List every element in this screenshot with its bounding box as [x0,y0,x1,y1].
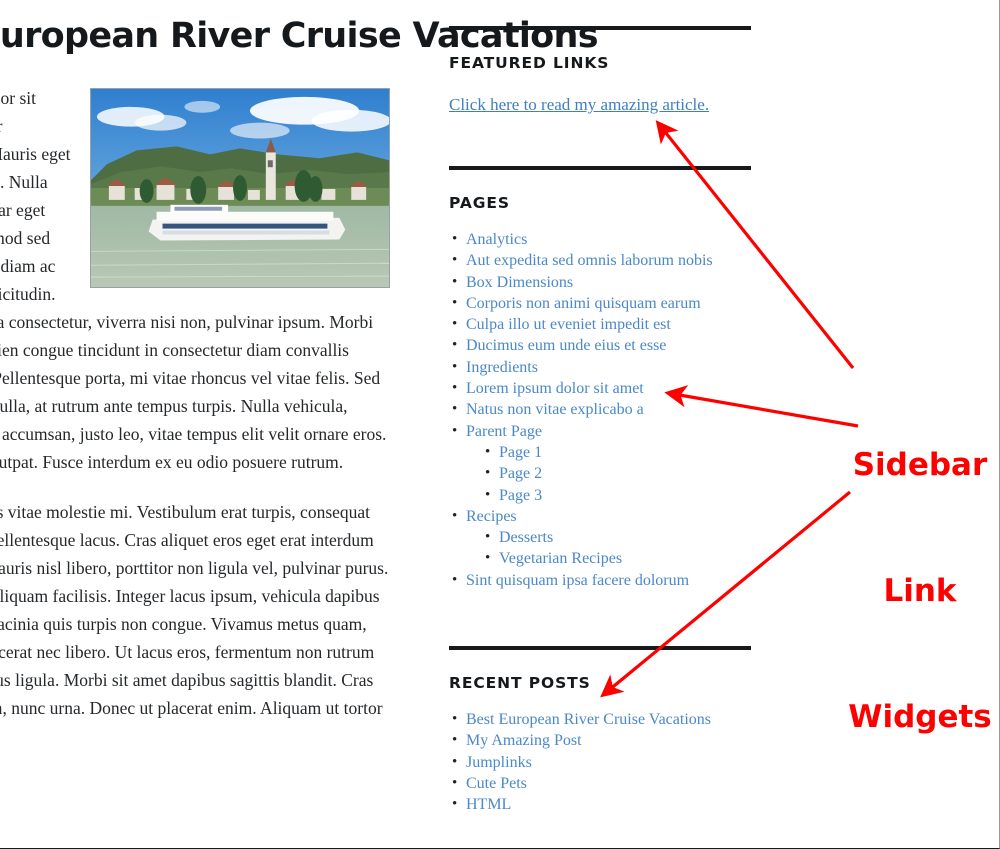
list-item: • Sint quisquam ipsa facere dolorum [449,570,751,591]
bullet-icon: • [452,273,458,290]
recent-posts-list: • Best European River Cruise Vacations • M… [449,709,751,815]
bullet-icon: • [452,252,458,269]
list-item: • Culpa illo ut eveniet impedit est [449,314,751,335]
annotation-label-line-2: Link [883,573,957,609]
bullet-icon: • [452,422,458,439]
sidebar-link-corporis[interactable]: Corporis non animi quisquam earum [466,295,701,312]
list-item: • Natus non vitae explicabo a [449,399,751,420]
list-item: • Best European River Cruise Vacations [449,709,751,730]
sidebar-link-natus-non[interactable]: Natus non vitae explicabo a [466,401,644,418]
page-title: Best European River Cruise Vacations [0,16,599,56]
widget-pages: PAGES • Analytics • Aut expedita sed omnis… [449,166,751,591]
list-item: • Jumplinks [449,752,751,773]
sidebar-link-lorem-ipsum[interactable]: Lorem ipsum dolor sit amet [466,380,644,397]
article-paragraph-2: Integer eget lacus vitae molestie mi. Ve… [0,502,389,719]
article-body: Lorem ipsum dolor sit amet, consectetur … [0,84,390,722]
sidebar-link-jumplinks[interactable]: Jumplinks [466,754,532,771]
widget-body-featured-links: Click here to read my amazing article. [449,94,751,116]
list-item: • Corporis non animi quisquam earum [449,293,751,314]
widget-divider-pages [449,166,751,170]
sidebar-link-page-3[interactable]: Page 3 [499,487,542,504]
bullet-icon: • [452,796,458,813]
bullet-icon: • [452,337,458,354]
sidebar-link-vegetarian-recipes[interactable]: Vegetarian Recipes [499,550,622,567]
list-item: • Box Dimensions [449,272,751,293]
list-item: • Page 1 [482,442,751,463]
sidebar-link-box-dimensions[interactable]: Box Dimensions [466,274,573,291]
list-item: • Ducimus eum unde eius et esse [449,335,751,356]
sidebar-link-desserts[interactable]: Desserts [499,529,553,546]
pages-list: • Analytics • Aut expedita sed omnis labor… [449,229,751,591]
bullet-icon: • [452,774,458,791]
widget-featured-links: FEATURED LINKS Click here to read my ama… [449,26,751,116]
list-item: • Cute Pets [449,773,751,794]
sidebar-link-page-2[interactable]: Page 2 [499,465,542,482]
sidebar-link-sint-quisquam[interactable]: Sint quisquam ipsa facere dolorum [466,572,689,589]
list-item: • Parent Page • Page 1 • Page 2 • Page 3 [449,421,751,506]
annotation-label-line-1: Sidebar [852,447,988,483]
list-item: • My Amazing Post [449,730,751,751]
list-item: • Recipes • Desserts • Vegetarian Recipes [449,506,751,570]
list-item: • Analytics [449,229,751,250]
bullet-icon: • [452,507,458,524]
pages-sublist-recipes: • Desserts • Vegetarian Recipes [482,527,751,570]
bullet-icon: • [452,732,458,749]
list-item: • Lorem ipsum dolor sit amet [449,378,751,399]
widget-title-recent-posts: RECENT POSTS [449,674,591,692]
bullet-icon: • [485,486,491,503]
sidebar-link-ingredients[interactable]: Ingredients [466,359,538,376]
sidebar-link-analytics[interactable]: Analytics [466,231,527,248]
widget-recent-posts: RECENT POSTS • Best European River Cruise… [449,646,751,815]
list-item: • Vegetarian Recipes [482,548,751,569]
annotation-label: Sidebar Link Widgets [840,360,999,822]
bullet-icon: • [485,443,491,460]
sidebar-link-recipes[interactable]: Recipes [466,508,517,525]
bullet-icon: • [452,358,458,375]
widget-divider-recent-posts [449,646,751,650]
pages-sublist-parent-page: • Page 1 • Page 2 • Page 3 [482,442,751,506]
sidebar-link-culpa-illo[interactable]: Culpa illo ut eveniet impedit est [466,316,671,333]
bullet-icon: • [452,316,458,333]
bullet-icon: • [485,550,491,567]
bullet-icon: • [452,571,458,588]
bullet-icon: • [485,529,491,546]
sidebar-link-my-amazing-post[interactable]: My Amazing Post [466,732,582,749]
list-item: • Ingredients [449,357,751,378]
featured-link-article[interactable]: Click here to read my amazing article. [449,95,709,114]
widget-title-pages: PAGES [449,194,510,212]
article-figure [90,88,390,289]
list-item: • Page 3 [482,485,751,506]
bullet-icon: • [452,380,458,397]
bullet-icon: • [485,465,491,482]
widget-divider-featured-links [449,26,751,30]
list-item: • Aut expedita sed omnis laborum nobis [449,250,751,271]
sidebar-link-cute-pets[interactable]: Cute Pets [466,775,527,792]
sidebar-link-parent-page[interactable]: Parent Page [466,423,542,440]
sidebar-link-ducimus[interactable]: Ducimus eum unde eius et esse [466,337,666,354]
list-item: • Page 2 [482,463,751,484]
bullet-icon: • [452,401,458,418]
sidebar-link-best-european-river-cruise-vacations[interactable]: Best European River Cruise Vacations [466,711,711,728]
article-column: Best European River Cruise Vacations [0,0,599,744]
list-item: • HTML [449,794,751,815]
list-item: • Desserts [482,527,751,548]
bullet-icon: • [452,294,458,311]
sidebar-link-aut-expedita[interactable]: Aut expedita sed omnis laborum nobis [466,252,713,269]
bullet-icon: • [452,753,458,770]
sidebar-link-html[interactable]: HTML [466,796,511,813]
river-cruise-photo [90,88,390,289]
bullet-icon: • [452,231,458,247]
bullet-icon: • [452,711,458,727]
widget-title-featured-links: FEATURED LINKS [449,54,610,72]
annotation-label-line-3: Widgets [848,699,992,735]
browser-page-screenshot: Best European River Cruise Vacations [0,0,1000,849]
sidebar-link-page-1[interactable]: Page 1 [499,444,542,461]
